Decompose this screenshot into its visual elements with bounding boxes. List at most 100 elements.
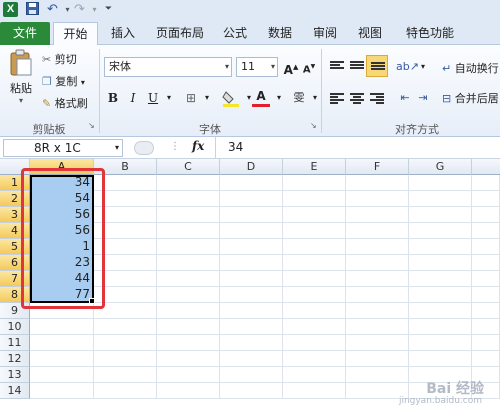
- cell[interactable]: [409, 287, 472, 303]
- cell[interactable]: [94, 335, 157, 351]
- cell[interactable]: [409, 239, 472, 255]
- cell[interactable]: [220, 271, 283, 287]
- cell[interactable]: [220, 207, 283, 223]
- cell[interactable]: [220, 191, 283, 207]
- cell-a[interactable]: 1: [30, 239, 94, 255]
- cell-a[interactable]: 44: [30, 271, 94, 287]
- cell[interactable]: [283, 223, 346, 239]
- cell[interactable]: [94, 383, 157, 399]
- cell[interactable]: [220, 223, 283, 239]
- orientation-icon[interactable]: ab↗: [396, 58, 419, 76]
- border-dropdown-icon[interactable]: ▾: [198, 89, 216, 107]
- column-header-e[interactable]: E: [283, 159, 346, 175]
- cell[interactable]: [472, 335, 500, 351]
- font-name-select[interactable]: 宋体 ▾: [104, 57, 232, 77]
- cell[interactable]: [283, 175, 346, 191]
- cell[interactable]: [472, 207, 500, 223]
- cell-a[interactable]: [30, 335, 94, 351]
- cell[interactable]: [283, 319, 346, 335]
- cell[interactable]: [346, 191, 409, 207]
- cell[interactable]: [220, 287, 283, 303]
- tab-formulas[interactable]: 公式: [220, 22, 250, 45]
- redo-dropdown-icon[interactable]: ▾: [87, 2, 102, 17]
- row-header[interactable]: 6: [0, 255, 30, 271]
- cell[interactable]: [409, 271, 472, 287]
- cell[interactable]: [220, 319, 283, 335]
- fill-handle[interactable]: [89, 298, 95, 304]
- font-color-button[interactable]: A: [252, 87, 270, 107]
- column-header-d[interactable]: D: [220, 159, 283, 175]
- paste-button[interactable]: 粘贴 ▾: [6, 49, 36, 105]
- cell[interactable]: [409, 319, 472, 335]
- cell[interactable]: [94, 287, 157, 303]
- row-header[interactable]: 12: [0, 351, 30, 367]
- formula-input[interactable]: 34: [215, 137, 500, 159]
- cell[interactable]: [94, 303, 157, 319]
- tab-special[interactable]: 特色功能: [400, 22, 460, 45]
- cell[interactable]: [409, 303, 472, 319]
- cell[interactable]: [157, 351, 220, 367]
- cell[interactable]: [94, 351, 157, 367]
- font-launcher-icon[interactable]: ↘: [310, 121, 317, 130]
- cell[interactable]: [346, 271, 409, 287]
- cell[interactable]: [283, 303, 346, 319]
- cell-a[interactable]: [30, 367, 94, 383]
- align-top-icon[interactable]: [330, 61, 344, 73]
- cell[interactable]: [346, 175, 409, 191]
- align-right-icon[interactable]: [370, 93, 384, 105]
- cell[interactable]: [472, 271, 500, 287]
- cell[interactable]: [346, 335, 409, 351]
- fill-color-button[interactable]: [222, 89, 240, 107]
- copy-button[interactable]: ❐ 复制 ▾: [42, 73, 85, 89]
- cell[interactable]: [283, 239, 346, 255]
- cell[interactable]: [157, 191, 220, 207]
- cell[interactable]: [157, 223, 220, 239]
- cell[interactable]: [409, 351, 472, 367]
- tab-data[interactable]: 数据: [265, 22, 295, 45]
- cell[interactable]: [346, 367, 409, 383]
- cell[interactable]: [346, 287, 409, 303]
- cell[interactable]: [283, 271, 346, 287]
- cell[interactable]: [346, 239, 409, 255]
- cell-a[interactable]: [30, 319, 94, 335]
- row-header[interactable]: 3: [0, 207, 30, 223]
- cell[interactable]: [409, 191, 472, 207]
- clipboard-launcher-icon[interactable]: ↘: [88, 121, 95, 130]
- tab-file[interactable]: 文件: [0, 22, 50, 45]
- cell[interactable]: [157, 207, 220, 223]
- undo-icon[interactable]: ↶: [45, 2, 60, 17]
- grow-font-button[interactable]: A▲: [282, 58, 300, 77]
- cell[interactable]: [157, 175, 220, 191]
- cell[interactable]: [94, 239, 157, 255]
- wrap-text-button[interactable]: ↵ 自动换行: [442, 60, 499, 76]
- cell[interactable]: [220, 175, 283, 191]
- cell[interactable]: [220, 383, 283, 399]
- cell[interactable]: [283, 207, 346, 223]
- cell[interactable]: [283, 287, 346, 303]
- cell[interactable]: [409, 207, 472, 223]
- name-box[interactable]: 8R x 1C ▾: [3, 139, 123, 157]
- italic-button[interactable]: I: [124, 89, 142, 107]
- cell[interactable]: [346, 319, 409, 335]
- cell-a[interactable]: 23: [30, 255, 94, 271]
- row-header[interactable]: 10: [0, 319, 30, 335]
- cell[interactable]: [94, 223, 157, 239]
- row-header[interactable]: 7: [0, 271, 30, 287]
- row-header[interactable]: 13: [0, 367, 30, 383]
- select-all-corner[interactable]: [0, 159, 30, 175]
- cell[interactable]: [157, 271, 220, 287]
- cell[interactable]: [472, 351, 500, 367]
- row-header[interactable]: 14: [0, 383, 30, 399]
- shrink-font-button[interactable]: A▼: [300, 58, 318, 76]
- row-header[interactable]: 9: [0, 303, 30, 319]
- cell-a[interactable]: 56: [30, 207, 94, 223]
- cell[interactable]: [346, 351, 409, 367]
- cell[interactable]: [472, 191, 500, 207]
- tab-page-layout[interactable]: 页面布局: [150, 22, 210, 45]
- row-header[interactable]: 11: [0, 335, 30, 351]
- tab-view[interactable]: 视图: [355, 22, 385, 45]
- row-header[interactable]: 4: [0, 223, 30, 239]
- column-header-g[interactable]: G: [409, 159, 472, 175]
- cell[interactable]: [157, 239, 220, 255]
- cell[interactable]: [94, 175, 157, 191]
